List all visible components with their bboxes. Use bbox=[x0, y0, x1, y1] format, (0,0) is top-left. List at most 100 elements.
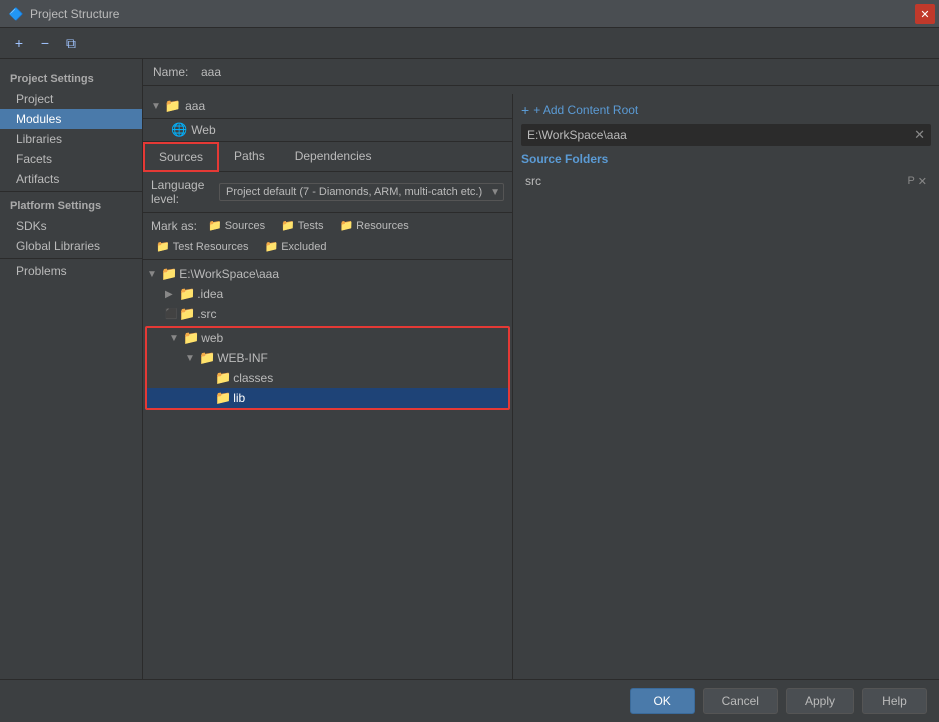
webinf-label: WEB-INF bbox=[217, 351, 268, 365]
tests-folder-icon: 📁 bbox=[281, 219, 295, 232]
resources-label: Resources bbox=[356, 220, 409, 232]
module-root-icon: 📁 bbox=[165, 98, 181, 114]
tab-sources[interactable]: Sources bbox=[143, 142, 219, 172]
bottom-bar: OK Cancel Apply Help bbox=[0, 679, 939, 722]
sidebar-item-sdks[interactable]: SDKs bbox=[0, 216, 142, 236]
toolbar: + − ⧉ bbox=[0, 28, 939, 59]
tree-node-classes[interactable]: 📁 classes bbox=[147, 368, 508, 388]
lib-folder-icon: 📁 bbox=[215, 390, 231, 406]
panels: ▼ 📁 aaa 🌐 Web Sources Paths Dependencies bbox=[143, 94, 939, 679]
language-level-row: Language level: Project default (7 - Dia… bbox=[143, 172, 512, 213]
sidebar-item-facets[interactable]: Facets bbox=[0, 149, 142, 169]
web-arrow-icon: ▼ bbox=[169, 333, 181, 344]
tree-node-lib[interactable]: 📁 lib bbox=[147, 388, 508, 408]
app-icon: 🔷 bbox=[8, 6, 24, 22]
lang-level-label: Language level: bbox=[151, 178, 211, 206]
tree-node-src[interactable]: ⬛ 📁 .src bbox=[143, 304, 512, 324]
mark-excluded-btn[interactable]: 📁 Excluded bbox=[260, 239, 332, 254]
web-tree-label: web bbox=[201, 331, 223, 345]
src-remove-icon[interactable]: ✕ bbox=[918, 175, 927, 188]
src-edit-icon[interactable]: P bbox=[907, 175, 914, 187]
cancel-button[interactable]: Cancel bbox=[703, 688, 778, 714]
root-path-label: E:\WorkSpace\aaa bbox=[179, 267, 279, 281]
src-label: .src bbox=[197, 307, 216, 321]
web-icon: 🌐 bbox=[171, 122, 187, 138]
remove-content-root-btn[interactable]: ✕ bbox=[914, 127, 925, 143]
sidebar-item-modules[interactable]: Modules bbox=[0, 109, 142, 129]
module-root-arrow: ▼ bbox=[151, 101, 161, 112]
window-title: Project Structure bbox=[30, 7, 119, 21]
root-arrow-icon: ▼ bbox=[147, 269, 159, 280]
web-label: Web bbox=[191, 123, 215, 137]
add-button[interactable]: + bbox=[8, 32, 30, 54]
file-tree: ▼ 📁 E:\WorkSpace\aaa ▶ 📁 .idea bbox=[143, 260, 512, 679]
sidebar-item-global-libraries[interactable]: Global Libraries bbox=[0, 236, 142, 256]
tree-panel: ▼ 📁 aaa 🌐 Web Sources Paths Dependencies bbox=[143, 94, 513, 679]
source-entry-src: src P ✕ bbox=[521, 172, 931, 190]
module-web-item[interactable]: 🌐 Web bbox=[143, 119, 512, 142]
content-root-path: E:\WorkSpace\aaa ✕ bbox=[521, 124, 931, 146]
sidebar-item-project[interactable]: Project bbox=[0, 89, 142, 109]
test-resources-label: Test Resources bbox=[173, 241, 249, 253]
tabs: Sources Paths Dependencies bbox=[143, 142, 512, 172]
sidebar-item-problems[interactable]: Problems bbox=[0, 261, 142, 281]
idea-arrow-icon: ▶ bbox=[165, 289, 177, 300]
module-root-label[interactable]: aaa bbox=[185, 99, 205, 113]
mark-as-row: Mark as: 📁 Sources 📁 Tests 📁 Resources bbox=[143, 213, 512, 260]
tests-label: Tests bbox=[298, 220, 324, 232]
src-entry-text: src bbox=[525, 174, 541, 188]
add-content-root-label: + Add Content Root bbox=[533, 103, 638, 117]
tree-red-outline: ▼ 📁 web ▼ 📁 WEB-INF bbox=[145, 326, 510, 410]
project-settings-label: Project Settings bbox=[0, 67, 142, 89]
sources-folder-icon: 📁 bbox=[208, 219, 222, 232]
ok-button[interactable]: OK bbox=[630, 688, 695, 714]
tree-node-idea[interactable]: ▶ 📁 .idea bbox=[143, 284, 512, 304]
sources-label: Sources bbox=[225, 220, 265, 232]
name-label: Name: bbox=[153, 65, 193, 79]
source-folders-label: Source Folders bbox=[521, 152, 931, 166]
remove-button[interactable]: − bbox=[34, 32, 56, 54]
webinf-arrow-icon: ▼ bbox=[185, 353, 197, 364]
lang-level-select[interactable]: Project default (7 - Diamonds, ARM, mult… bbox=[219, 183, 504, 201]
copy-button[interactable]: ⧉ bbox=[60, 32, 82, 54]
src-arrow-icon: ⬛ bbox=[165, 309, 177, 320]
mark-tests-btn[interactable]: 📁 Tests bbox=[276, 218, 328, 233]
webinf-folder-icon: 📁 bbox=[199, 350, 215, 366]
mark-test-resources-btn[interactable]: 📁 Test Resources bbox=[151, 239, 254, 254]
platform-settings-label: Platform Settings bbox=[0, 194, 142, 216]
module-name-value: aaa bbox=[201, 65, 221, 79]
excluded-label: Excluded bbox=[281, 241, 326, 253]
main-container: + − ⧉ Project Settings Project Modules L… bbox=[0, 28, 939, 722]
module-tree-header: ▼ 📁 aaa bbox=[143, 94, 512, 119]
titlebar: 🔷 Project Structure ✕ bbox=[0, 0, 939, 28]
tree-node-webinf[interactable]: ▼ 📁 WEB-INF bbox=[147, 348, 508, 368]
tab-paths[interactable]: Paths bbox=[219, 142, 280, 172]
sidebar-item-artifacts[interactable]: Artifacts bbox=[0, 169, 142, 189]
web-tree-folder-icon: 📁 bbox=[183, 330, 199, 346]
name-row: Name: aaa bbox=[143, 59, 939, 86]
add-content-root-btn[interactable]: + + Add Content Root bbox=[521, 102, 931, 118]
sidebar-item-libraries[interactable]: Libraries bbox=[0, 129, 142, 149]
root-folder-icon: 📁 bbox=[161, 266, 177, 282]
idea-folder-icon: 📁 bbox=[179, 286, 195, 302]
sidebar: Project Settings Project Modules Librari… bbox=[0, 59, 143, 679]
info-panel: + + Add Content Root E:\WorkSpace\aaa ✕ … bbox=[513, 94, 939, 679]
content-root-text: E:\WorkSpace\aaa bbox=[527, 128, 627, 142]
lang-select-wrapper: Project default (7 - Diamonds, ARM, mult… bbox=[219, 183, 504, 201]
test-resources-folder-icon: 📁 bbox=[156, 240, 170, 253]
resources-folder-icon: 📁 bbox=[339, 219, 353, 232]
help-button[interactable]: Help bbox=[862, 688, 927, 714]
src-folder-icon: 📁 bbox=[179, 306, 195, 322]
content-area: Project Settings Project Modules Librari… bbox=[0, 59, 939, 679]
source-entry-icons: P ✕ bbox=[907, 175, 927, 188]
tree-root-node[interactable]: ▼ 📁 E:\WorkSpace\aaa bbox=[143, 264, 512, 284]
mark-sources-btn[interactable]: 📁 Sources bbox=[203, 218, 270, 233]
mark-resources-btn[interactable]: 📁 Resources bbox=[334, 218, 413, 233]
tree-node-web[interactable]: ▼ 📁 web bbox=[147, 328, 508, 348]
mark-as-label: Mark as: bbox=[151, 219, 197, 233]
tab-dependencies[interactable]: Dependencies bbox=[280, 142, 387, 172]
apply-button[interactable]: Apply bbox=[786, 688, 854, 714]
lib-label: lib bbox=[233, 391, 245, 405]
classes-label: classes bbox=[233, 371, 273, 385]
close-button[interactable]: ✕ bbox=[915, 4, 935, 24]
